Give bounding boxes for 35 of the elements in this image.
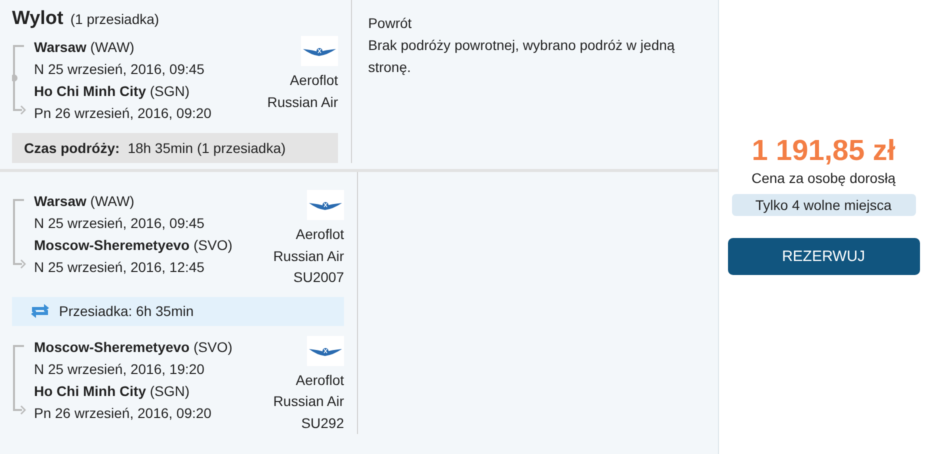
price: 1 191,85 zł: [752, 135, 896, 168]
layover-text: Przesiadka: 6h 35min: [59, 303, 194, 319]
airline-name: Aeroflot: [296, 225, 344, 244]
stops-count: (1 przesiadka): [70, 11, 160, 27]
airline-name: Russian Air: [273, 246, 344, 266]
airline-logo-icon: [307, 336, 344, 366]
arrival-date: Pn 26 wrzesień, 2016, 09:20: [34, 104, 212, 123]
flight-number: SU292: [301, 414, 344, 432]
airline-name: Aeroflot: [296, 370, 344, 390]
airline-name: Russian Air: [273, 392, 344, 411]
section-title: Wylot: [12, 8, 64, 30]
arrival-airport: Moscow-Sheremetyevo (SVO): [34, 236, 234, 255]
return-text: Brak podróży powrotnej, wybrano podróż w jedną stronę.: [368, 36, 676, 77]
airline-logo-icon: [307, 190, 344, 220]
departure-date: N 25 wrzesień, 2016, 19:20: [34, 360, 206, 378]
return-title: Powrót: [368, 14, 413, 33]
airline-logo-icon: [301, 36, 338, 66]
price-note: Cena za osobę dorosłą: [752, 170, 896, 186]
departure-airport: Warsaw (WAW): [34, 38, 136, 57]
airline-name: Russian Air: [267, 92, 338, 112]
arrival-date: N 25 wrzesień, 2016, 12:45: [34, 258, 206, 277]
arrival-airport: Ho Chi Minh City (SGN): [34, 82, 191, 101]
transfer-arrows-icon: [29, 303, 51, 319]
duration-label: Czas podróży:: [24, 140, 120, 156]
departure-airport: Moscow-Sheremetyevo (SVO): [34, 338, 234, 357]
flight-number: SU2007: [293, 268, 344, 287]
arrival-airport: Ho Chi Minh City (SGN): [34, 382, 191, 401]
departure-date: N 25 wrzesień, 2016, 09:45: [34, 60, 206, 79]
departure-date: N 25 wrzesień, 2016, 09:45: [34, 214, 206, 233]
seats-badge: Tylko 4 wolne miejsca: [732, 194, 916, 216]
airline-name: Aeroflot: [290, 71, 338, 90]
departure-airport: Warsaw (WAW): [34, 192, 136, 211]
arrival-date: Pn 26 wrzesień, 2016, 09:20: [34, 404, 212, 422]
book-button[interactable]: REZERWUJ: [728, 238, 920, 275]
duration-value: 18h 35min (1 przesiadka): [128, 140, 286, 156]
